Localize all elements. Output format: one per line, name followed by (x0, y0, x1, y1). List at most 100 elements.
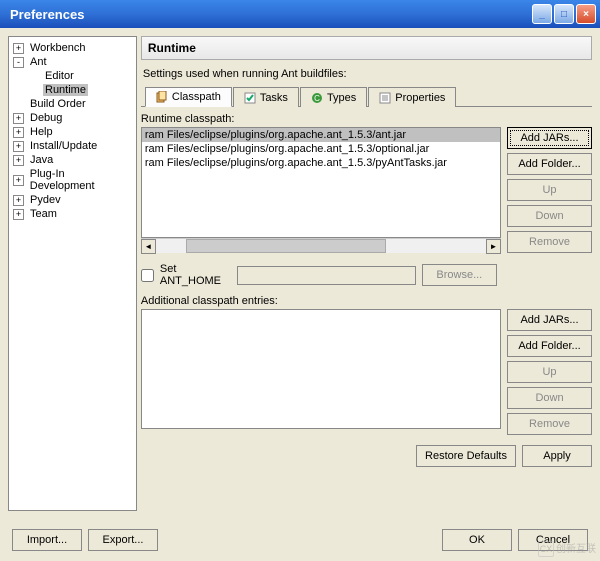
main-split: +Workbench-AntEditorRuntimeBuild Order+D… (8, 36, 592, 511)
ant-home-field[interactable] (237, 266, 416, 285)
additional-classpath-label: Additional classpath entries: (141, 295, 592, 307)
tree-item-help[interactable]: + Help (11, 125, 134, 139)
additional-classpath-listbox[interactable] (141, 309, 501, 429)
tree-item-label: Install/Update (28, 140, 99, 152)
tab-label: Properties (395, 92, 445, 104)
runtime-classpath-listbox[interactable]: ram Files/eclipse/plugins/org.apache.ant… (141, 127, 501, 238)
scroll-thumb[interactable] (186, 239, 386, 253)
dialog-body: +Workbench-AntEditorRuntimeBuild Order+D… (0, 28, 600, 561)
page-title: Runtime (141, 36, 592, 60)
tree-item-label: Workbench (28, 42, 87, 54)
apply-button[interactable]: Apply (522, 445, 592, 467)
horizontal-scrollbar[interactable]: ◄ ► (141, 238, 501, 253)
set-ant-home-label: Set ANT_HOME (160, 263, 231, 287)
tab-tasks[interactable]: Tasks (233, 87, 299, 107)
content-panel: Runtime Settings used when running Ant b… (141, 36, 592, 511)
watermark-icon: CX (538, 541, 554, 557)
expand-icon[interactable]: + (13, 195, 24, 206)
tree-item-ant[interactable]: -Ant (11, 55, 134, 69)
additional-classpath-section: Add JARs... Add Folder... Up Down Remove (141, 309, 592, 435)
tab-types[interactable]: C Types (300, 87, 367, 107)
maximize-button[interactable]: □ (554, 4, 574, 24)
additional-button-column: Add JARs... Add Folder... Up Down Remove (507, 309, 592, 435)
tree-item-label: Team (28, 208, 59, 220)
tab-label: Tasks (260, 92, 288, 104)
expand-icon[interactable]: + (13, 155, 24, 166)
expand-icon[interactable]: + (13, 141, 24, 152)
tree-item-debug[interactable]: + Debug (11, 111, 134, 125)
list-item[interactable]: ram Files/eclipse/plugins/org.apache.ant… (142, 128, 500, 142)
collapse-icon[interactable]: - (13, 57, 24, 68)
properties-icon (379, 92, 391, 104)
expand-icon[interactable]: + (13, 127, 24, 138)
export-button[interactable]: Export... (88, 529, 158, 551)
list-item[interactable]: ram Files/eclipse/plugins/org.apache.ant… (142, 142, 500, 156)
remove-button[interactable]: Remove (507, 231, 592, 253)
tab-properties[interactable]: Properties (368, 87, 456, 107)
add-folder-button[interactable]: Add Folder... (507, 153, 592, 175)
expand-icon[interactable]: + (13, 113, 24, 124)
tree-item-label: Debug (28, 112, 64, 124)
tree-item-editor[interactable]: Editor (11, 69, 134, 83)
tree-item-pydev[interactable]: + Pydev (11, 193, 134, 207)
add-jars-button-2[interactable]: Add JARs... (507, 309, 592, 331)
classpath-icon (156, 91, 168, 103)
tree-item-build-order[interactable]: Build Order (11, 97, 134, 111)
restore-defaults-button[interactable]: Restore Defaults (416, 445, 516, 467)
ant-home-row: Set ANT_HOME Browse... (141, 263, 592, 287)
expand-icon[interactable]: + (13, 209, 24, 220)
tree-dash-icon (28, 71, 39, 82)
minimize-button[interactable]: _ (532, 4, 552, 24)
tree-item-runtime[interactable]: Runtime (11, 83, 134, 97)
tree-item-label: Ant (28, 56, 49, 68)
tasks-icon (244, 92, 256, 104)
titlebar: Preferences _ □ × (0, 0, 600, 28)
page-footer-row: Restore Defaults Apply (141, 445, 592, 467)
titlebar-buttons: _ □ × (532, 4, 596, 24)
preference-tree[interactable]: +Workbench-AntEditorRuntimeBuild Order+D… (8, 36, 137, 511)
tree-item-plug-in-development[interactable]: + Plug-In Development (11, 167, 134, 193)
tree-item-label: Runtime (43, 84, 88, 96)
tree-item-java[interactable]: +Java (11, 153, 134, 167)
add-folder-button-2[interactable]: Add Folder... (507, 335, 592, 357)
ok-button[interactable]: OK (442, 529, 512, 551)
watermark-text: 创新互联 (556, 544, 596, 555)
tree-item-install-update[interactable]: + Install/Update (11, 139, 134, 153)
scroll-left-icon[interactable]: ◄ (141, 239, 156, 254)
tab-label: Classpath (172, 91, 221, 103)
footer-left: Import... Export... (12, 529, 158, 551)
tab-label: Types (327, 92, 356, 104)
watermark: CX创新互联 (538, 540, 596, 557)
up-button[interactable]: Up (507, 179, 592, 201)
tree-item-workbench[interactable]: + Workbench (11, 41, 134, 55)
tree-item-label: Help (28, 126, 55, 138)
window-title: Preferences (10, 7, 84, 22)
tree-item-label: Editor (43, 70, 76, 82)
tree-dash-icon (13, 99, 24, 110)
browse-button[interactable]: Browse... (422, 264, 497, 286)
expand-icon[interactable]: + (13, 43, 24, 54)
types-icon: C (311, 92, 323, 104)
scroll-right-icon[interactable]: ► (486, 239, 501, 254)
dialog-footer: Import... Export... OK Cancel (12, 529, 588, 551)
tree-item-label: Build Order (28, 98, 88, 110)
import-button[interactable]: Import... (12, 529, 82, 551)
down-button-2[interactable]: Down (507, 387, 592, 409)
runtime-classpath-section: ram Files/eclipse/plugins/org.apache.ant… (141, 127, 592, 253)
runtime-button-column: Add JARs... Add Folder... Up Down Remove (507, 127, 592, 253)
svg-text:C: C (314, 94, 320, 103)
tree-dash-icon (28, 85, 39, 96)
tree-item-label: Plug-In Development (28, 168, 132, 192)
tab-classpath[interactable]: Classpath (145, 87, 232, 107)
list-item[interactable]: ram Files/eclipse/plugins/org.apache.ant… (142, 156, 500, 170)
up-button-2[interactable]: Up (507, 361, 592, 383)
down-button[interactable]: Down (507, 205, 592, 227)
add-jars-button[interactable]: Add JARs... (507, 127, 592, 149)
tree-item-label: Pydev (28, 194, 63, 206)
scroll-track[interactable] (156, 239, 486, 253)
tree-item-team[interactable]: + Team (11, 207, 134, 221)
expand-icon[interactable]: + (13, 175, 24, 186)
set-ant-home-checkbox[interactable] (141, 269, 154, 282)
remove-button-2[interactable]: Remove (507, 413, 592, 435)
close-button[interactable]: × (576, 4, 596, 24)
